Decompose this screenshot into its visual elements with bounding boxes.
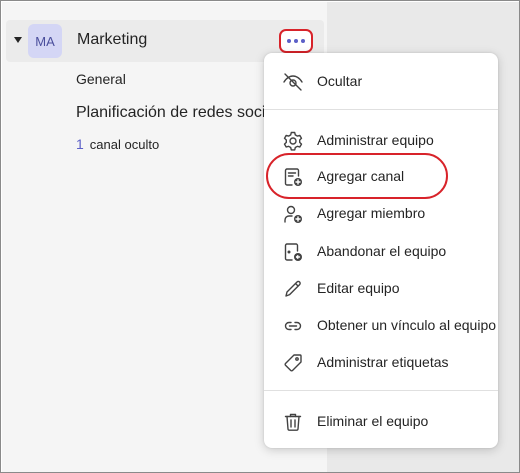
team-name: Marketing: [77, 31, 148, 48]
menu-divider: [264, 390, 498, 391]
team-avatar: MA: [28, 24, 62, 58]
trash-icon: [282, 411, 304, 433]
hidden-channels-count: 1: [76, 136, 84, 152]
pencil-icon: [282, 278, 304, 300]
gear-icon: [282, 130, 304, 152]
eye-off-icon: [282, 71, 304, 93]
menu-item-add-member[interactable]: Agregar miembro: [264, 196, 498, 232]
tag-icon: [282, 352, 304, 374]
menu-item-label: Obtener un vínculo al equipo: [317, 317, 497, 333]
menu-item-label: Ocultar: [317, 73, 363, 89]
add-channel-icon: [282, 166, 304, 188]
menu-item-label: Eliminar el equipo: [317, 413, 429, 429]
add-person-icon: [282, 203, 304, 225]
leave-icon: [282, 241, 304, 263]
menu-item-edit-team[interactable]: Editar equipo: [264, 271, 498, 307]
menu-item-delete-team[interactable]: Eliminar el equipo: [264, 404, 498, 440]
channel-social-planning[interactable]: Planificación de redes sociales: [76, 104, 295, 122]
team-context-menu: Ocultar Administrar equipo Agregar canal: [264, 53, 498, 448]
menu-item-leave-team[interactable]: Abandonar el equipo: [264, 234, 498, 270]
menu-item-label: Abandonar el equipo: [317, 243, 447, 259]
menu-item-hide[interactable]: Ocultar: [264, 64, 498, 100]
menu-divider: [264, 109, 498, 110]
more-options-icon: [287, 39, 305, 43]
menu-item-label: Agregar canal: [317, 168, 405, 184]
menu-item-label: Administrar equipo: [317, 132, 434, 148]
menu-item-label: Editar equipo: [317, 280, 400, 296]
more-options-button[interactable]: [279, 29, 313, 53]
menu-item-label: Agregar miembro: [317, 205, 426, 221]
link-icon: [282, 315, 304, 337]
menu-item-label: Administrar etiquetas: [317, 354, 449, 370]
channel-general[interactable]: General: [76, 71, 126, 87]
menu-item-get-link[interactable]: Obtener un vínculo al equipo: [264, 308, 498, 344]
menu-item-manage-tags[interactable]: Administrar etiquetas: [264, 345, 498, 381]
hidden-channels-link[interactable]: 1 canal oculto: [76, 136, 159, 152]
collapse-caret-icon[interactable]: [14, 37, 22, 43]
hidden-channels-label: canal oculto: [89, 137, 160, 152]
menu-item-add-channel[interactable]: Agregar canal: [264, 159, 498, 195]
menu-item-manage-team[interactable]: Administrar equipo: [264, 123, 498, 159]
